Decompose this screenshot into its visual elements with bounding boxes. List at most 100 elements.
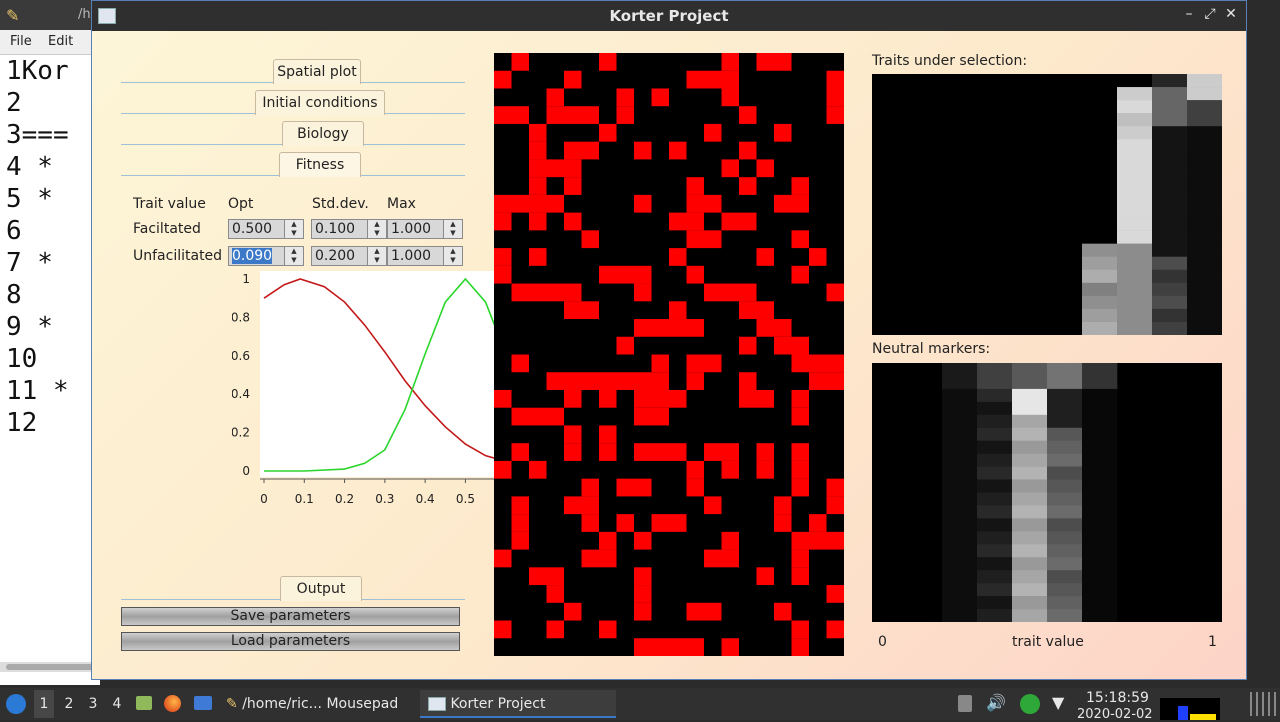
unfacilitated-max-spinbox[interactable]: 1.000 ▲ ▼ bbox=[387, 246, 463, 266]
y-tick-label: 0.4 bbox=[232, 387, 250, 401]
unfacilitated-opt-spinbox[interactable]: 0.090 ▲ ▼ bbox=[228, 246, 304, 266]
heat-cell bbox=[1117, 191, 1153, 205]
editor-line: 2 bbox=[6, 88, 22, 120]
grid-cell bbox=[686, 638, 704, 656]
grid-cell bbox=[616, 336, 634, 355]
grid-cell bbox=[599, 372, 617, 390]
clock-time[interactable]: 15:18:59 bbox=[1086, 690, 1149, 706]
heat-cell bbox=[1012, 466, 1048, 480]
tab-biology[interactable]: Biology bbox=[282, 121, 364, 146]
desktop-icon[interactable] bbox=[194, 696, 212, 710]
grid-cell bbox=[599, 531, 617, 550]
task-korter-project[interactable]: Korter Project bbox=[420, 690, 616, 718]
spin-down-icon[interactable]: ▼ bbox=[284, 229, 303, 238]
heat-cell bbox=[1047, 609, 1083, 622]
grid-cell bbox=[791, 230, 809, 249]
heat-cell bbox=[1047, 440, 1083, 454]
spin-down-icon[interactable]: ▼ bbox=[284, 256, 303, 265]
grid-cell bbox=[774, 194, 792, 213]
task-mousepad[interactable]: ✎ /home/ric... Mousepad bbox=[226, 690, 411, 718]
spin-down-icon[interactable]: ▼ bbox=[367, 229, 386, 238]
heat-cell bbox=[942, 388, 978, 403]
heat-cell bbox=[1187, 321, 1222, 335]
menu-edit[interactable]: Edit bbox=[48, 34, 73, 49]
tab-spatial-plot[interactable]: Spatial plot bbox=[273, 59, 361, 84]
heat-cell bbox=[1187, 256, 1222, 271]
workspace-3[interactable]: 3 bbox=[86, 690, 100, 718]
tab-output[interactable]: Output bbox=[280, 576, 362, 601]
minimize-button[interactable]: – bbox=[1181, 6, 1197, 24]
grid-cell bbox=[756, 567, 774, 586]
scrollbar-thumb[interactable] bbox=[6, 664, 100, 670]
grid-cell bbox=[686, 230, 704, 249]
grid-cell bbox=[721, 53, 739, 71]
heat-cell bbox=[1117, 87, 1153, 101]
editor-text-area[interactable]: 1Kor 2 3=== 4 * 5 * 6 7 * 8 9 * 10 11 * 12 bbox=[0, 56, 100, 666]
save-parameters-button[interactable]: Save parameters bbox=[121, 607, 460, 626]
unfacilitated-sd-spinbox[interactable]: 0.200 ▲ ▼ bbox=[311, 246, 387, 266]
grid-cell bbox=[756, 319, 774, 337]
spinbox-value: 1.000 bbox=[391, 221, 432, 237]
spin-down-icon[interactable]: ▼ bbox=[443, 256, 462, 265]
show-desktop-handle[interactable] bbox=[1250, 692, 1276, 716]
clipboard-icon[interactable] bbox=[958, 695, 972, 712]
facilitated-max-spinbox[interactable]: 1.000 ▲ ▼ bbox=[387, 219, 463, 239]
grid-cell bbox=[651, 407, 669, 426]
volume-icon[interactable]: 🔊 bbox=[986, 693, 1006, 712]
grid-cell bbox=[616, 88, 634, 107]
grid-cell bbox=[511, 443, 529, 461]
heat-cell bbox=[1187, 74, 1222, 88]
grid-cell bbox=[704, 496, 722, 515]
editor-horizontal-scrollbar[interactable] bbox=[0, 662, 100, 672]
network-manager-icon[interactable] bbox=[1020, 694, 1040, 714]
heat-cell bbox=[942, 479, 978, 493]
grid-cell bbox=[651, 443, 669, 461]
heat-cell bbox=[1187, 152, 1222, 166]
tab-initial-conditions[interactable]: Initial conditions bbox=[255, 90, 385, 115]
spinbox-selected-value: 0.090 bbox=[232, 248, 273, 264]
facilitated-opt-spinbox[interactable]: 0.500 ▲ ▼ bbox=[228, 219, 304, 239]
grid-cell bbox=[494, 265, 512, 284]
file-manager-icon[interactable] bbox=[136, 696, 152, 710]
grid-cell bbox=[634, 265, 652, 284]
spin-down-icon[interactable]: ▼ bbox=[367, 256, 386, 265]
start-menu-icon[interactable] bbox=[6, 694, 26, 714]
grid-cell bbox=[756, 248, 774, 266]
grid-cell bbox=[774, 514, 792, 532]
grid-cell bbox=[581, 106, 599, 124]
grid-cell bbox=[634, 638, 652, 656]
close-button[interactable]: ✕ bbox=[1223, 6, 1239, 24]
grid-cell bbox=[826, 106, 844, 124]
tab-fitness[interactable]: Fitness bbox=[279, 152, 361, 177]
heat-cell bbox=[1152, 282, 1188, 297]
wifi-icon[interactable]: ▼ bbox=[1052, 693, 1064, 712]
spin-down-icon[interactable]: ▼ bbox=[443, 229, 462, 238]
heat-cell bbox=[1187, 87, 1222, 101]
heat-cell bbox=[1082, 308, 1118, 323]
grid-cell bbox=[634, 141, 652, 160]
heat-cell bbox=[1082, 243, 1118, 257]
maximize-button[interactable]: ⤢ bbox=[1202, 6, 1218, 24]
heat-cell bbox=[1012, 531, 1048, 545]
heat-cell bbox=[942, 518, 978, 532]
line-number: 5 bbox=[6, 184, 22, 214]
menu-file[interactable]: File bbox=[10, 34, 32, 49]
background-editor-window[interactable]: ✎ /h File Edit 1Kor 2 3=== 4 * 5 * 6 7 * 8 9 * 10… bbox=[0, 0, 100, 685]
firefox-icon[interactable] bbox=[164, 695, 181, 712]
heat-cell bbox=[942, 531, 978, 545]
grid-cell bbox=[739, 283, 757, 302]
grid-cell bbox=[511, 106, 529, 124]
heat-cell bbox=[1012, 583, 1048, 597]
heat-cell bbox=[977, 544, 1013, 558]
facilitated-sd-spinbox[interactable]: 0.100 ▲ ▼ bbox=[311, 219, 387, 239]
grid-cell bbox=[704, 443, 722, 461]
grid-cell bbox=[511, 514, 529, 532]
workspace-1[interactable]: 1 bbox=[34, 690, 54, 718]
grid-cell bbox=[599, 265, 617, 284]
grid-cell bbox=[546, 159, 564, 178]
workspace-4[interactable]: 4 bbox=[110, 690, 124, 718]
heat-cell bbox=[1047, 466, 1083, 480]
load-parameters-button[interactable]: Load parameters bbox=[121, 632, 460, 651]
grid-cell bbox=[739, 389, 757, 408]
workspace-2[interactable]: 2 bbox=[62, 690, 76, 718]
